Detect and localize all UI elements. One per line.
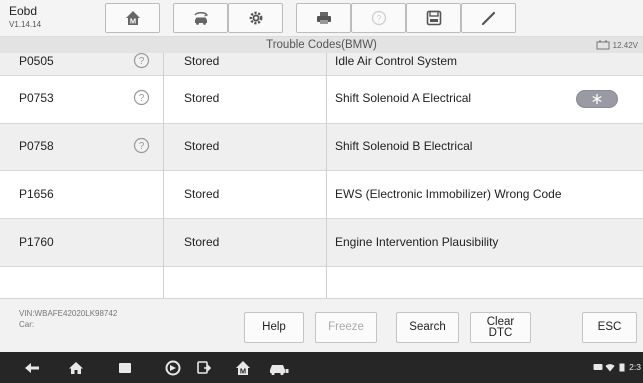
- wifi-icon: [605, 363, 615, 371]
- svg-text:?: ?: [376, 14, 381, 24]
- column-divider: [163, 53, 164, 298]
- svg-text:?: ?: [139, 93, 145, 104]
- table-row[interactable]: [0, 267, 643, 298]
- function-bar: VIN:WBAFE42020LK98742 Car: Help Freeze S…: [0, 298, 643, 352]
- title-bar: Trouble Codes(BMW) 12.42V: [0, 37, 643, 53]
- battery-status-icon: [619, 363, 625, 371]
- snowflake-icon: [592, 94, 602, 104]
- dtc-code: P0758: [19, 139, 54, 153]
- chat-icon: [593, 363, 603, 370]
- save-icon: [426, 10, 441, 26]
- dtc-description: EWS (Electronic Immobilizer) Wrong Code: [335, 187, 562, 201]
- home-icon[interactable]: [67, 359, 85, 377]
- column-divider: [326, 53, 327, 298]
- home-m-nav-icon[interactable]: M: [234, 359, 252, 377]
- clear-dtc-label-line1: Clear: [486, 315, 515, 328]
- print-button[interactable]: [296, 3, 351, 33]
- home-m-icon: M: [125, 11, 140, 26]
- top-toolbar: Eobd V1.14.14 M ?: [0, 0, 643, 37]
- help-circle-icon: ?: [371, 10, 386, 26]
- dtc-status: Stored: [184, 235, 220, 249]
- svg-text:M: M: [129, 17, 135, 26]
- settings-gear-icon: [249, 11, 262, 25]
- vin-label: VIN:WBAFE42020LK98742: [19, 309, 118, 318]
- page-title: Trouble Codes(BMW): [266, 39, 377, 51]
- svg-text:?: ?: [139, 56, 145, 67]
- dtc-code: P1656: [19, 187, 54, 201]
- app-title: Eobd V1.14.14: [9, 5, 41, 31]
- dtc-description: Shift Solenoid A Electrical: [335, 91, 472, 105]
- table-row[interactable]: P0758 ? Stored Shift Solenoid B Electric…: [0, 124, 643, 171]
- app-name: Eobd: [9, 4, 38, 18]
- vehicle-swap-icon: [193, 12, 208, 25]
- freeze-frame-button[interactable]: [576, 90, 618, 108]
- system-nav-bar: M 2:3: [0, 352, 643, 383]
- help-icon[interactable]: ?: [133, 137, 150, 154]
- help-icon[interactable]: ?: [133, 89, 150, 106]
- help-icon[interactable]: ?: [133, 53, 150, 69]
- save-button[interactable]: [406, 3, 461, 33]
- dtc-description: Engine Intervention Plausibility: [335, 235, 499, 249]
- recent-apps-icon[interactable]: [116, 359, 134, 377]
- printer-icon: [316, 12, 331, 24]
- dtc-status: Stored: [184, 91, 220, 105]
- car-label: Car:: [19, 320, 35, 329]
- table-row[interactable]: P1656 Stored EWS (Electronic Immobilizer…: [0, 171, 643, 219]
- app-version: V1.14.14: [9, 20, 42, 29]
- svg-text:M: M: [240, 367, 246, 376]
- screen-capture-icon[interactable]: [195, 359, 213, 377]
- home-button[interactable]: M: [105, 3, 160, 33]
- clear-dtc-button[interactable]: Clear DTC: [470, 312, 531, 343]
- help-toolbar-button[interactable]: ?: [351, 3, 406, 33]
- clear-dtc-label-line2: DTC: [488, 326, 513, 339]
- dtc-code: P0753: [19, 91, 54, 105]
- settings-button[interactable]: [228, 3, 283, 33]
- dtc-status: Stored: [184, 139, 220, 153]
- battery-voltage: 12.42V: [612, 40, 638, 50]
- esc-button[interactable]: ESC: [582, 312, 637, 343]
- clock: 2:3: [629, 362, 641, 372]
- pen-button[interactable]: [461, 3, 516, 33]
- battery-indicator: 12.42V: [596, 40, 638, 50]
- search-button[interactable]: Search: [396, 312, 459, 343]
- dtc-status: Stored: [184, 187, 220, 201]
- freeze-button[interactable]: Freeze: [315, 312, 377, 343]
- vehicle-swap-button[interactable]: [173, 3, 228, 33]
- dtc-code: P0505: [19, 54, 54, 68]
- pen-icon: [481, 11, 495, 26]
- help-button[interactable]: Help: [244, 312, 304, 343]
- system-status: 2:3: [593, 362, 641, 372]
- back-icon[interactable]: [23, 359, 41, 377]
- dtc-status: Stored: [184, 54, 220, 68]
- table-row[interactable]: P0505 ? Stored Idle Air Control System: [0, 53, 643, 76]
- dtc-description: Idle Air Control System: [335, 54, 458, 68]
- trouble-code-table[interactable]: P0505 ? Stored Idle Air Control System P…: [0, 53, 643, 298]
- browser-icon[interactable]: [164, 359, 182, 377]
- battery-icon: [596, 40, 610, 50]
- table-row[interactable]: P1760 Stored Engine Intervention Plausib…: [0, 219, 643, 267]
- vci-car-icon[interactable]: [268, 359, 290, 377]
- table-row[interactable]: P0753 ? Stored Shift Solenoid A Electric…: [0, 76, 643, 124]
- svg-text:?: ?: [139, 141, 145, 152]
- dtc-description: Shift Solenoid B Electrical: [335, 139, 473, 153]
- dtc-code: P1760: [19, 235, 54, 249]
